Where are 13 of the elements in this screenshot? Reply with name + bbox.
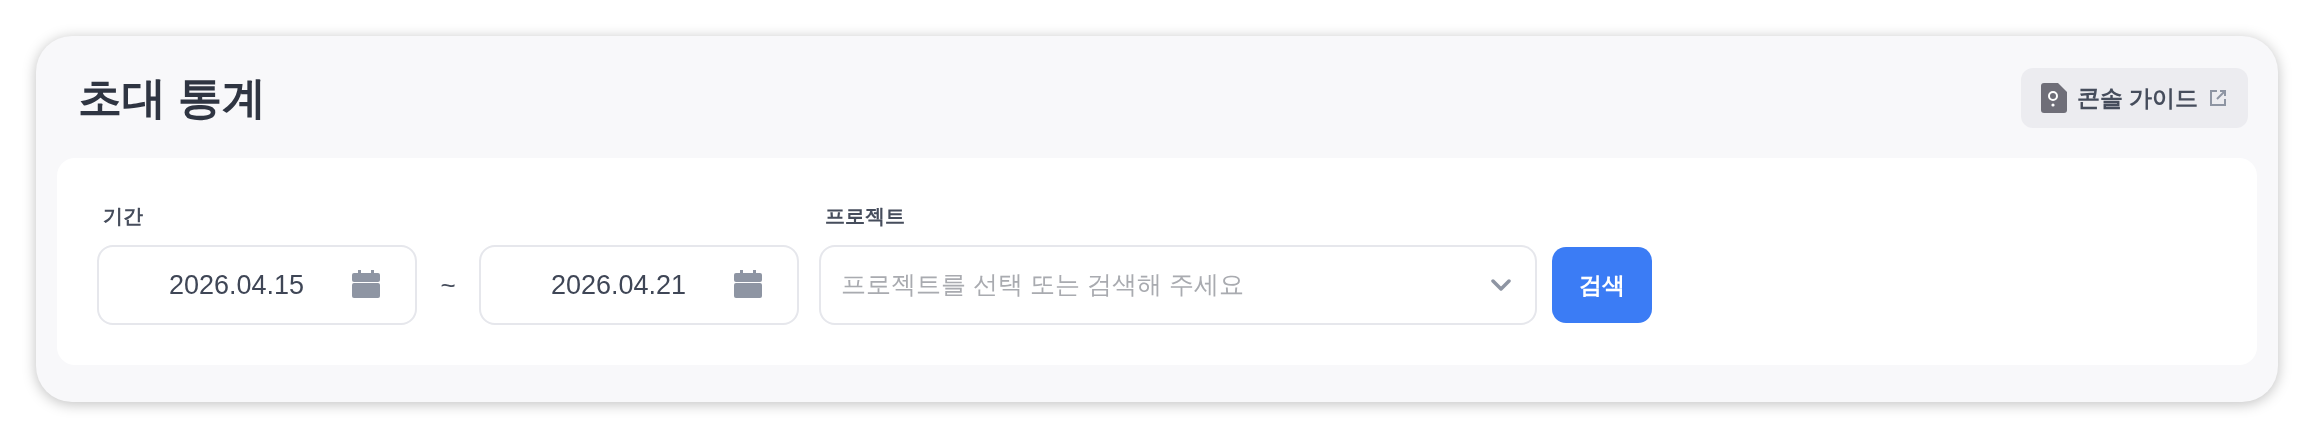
date-field[interactable]: 2026.04.21 [479, 245, 799, 325]
search-button[interactable]: 검색 [1552, 247, 1652, 323]
calendar-icon [351, 270, 381, 300]
page-title: 초대 통계 [78, 72, 267, 124]
chevron-down-icon [1491, 279, 1511, 291]
guide-button[interactable]: 콘솔 가이드 [2020, 68, 2248, 128]
field-label: 프로젝트 [824, 204, 906, 229]
calendar-icon [733, 270, 763, 300]
date-field[interactable]: 2026.04.15 [97, 245, 417, 325]
external-link-icon [2208, 88, 2228, 108]
range-separator: ~ [439, 268, 457, 302]
document-icon [2040, 83, 2067, 113]
field-label: 기간 [102, 204, 144, 229]
